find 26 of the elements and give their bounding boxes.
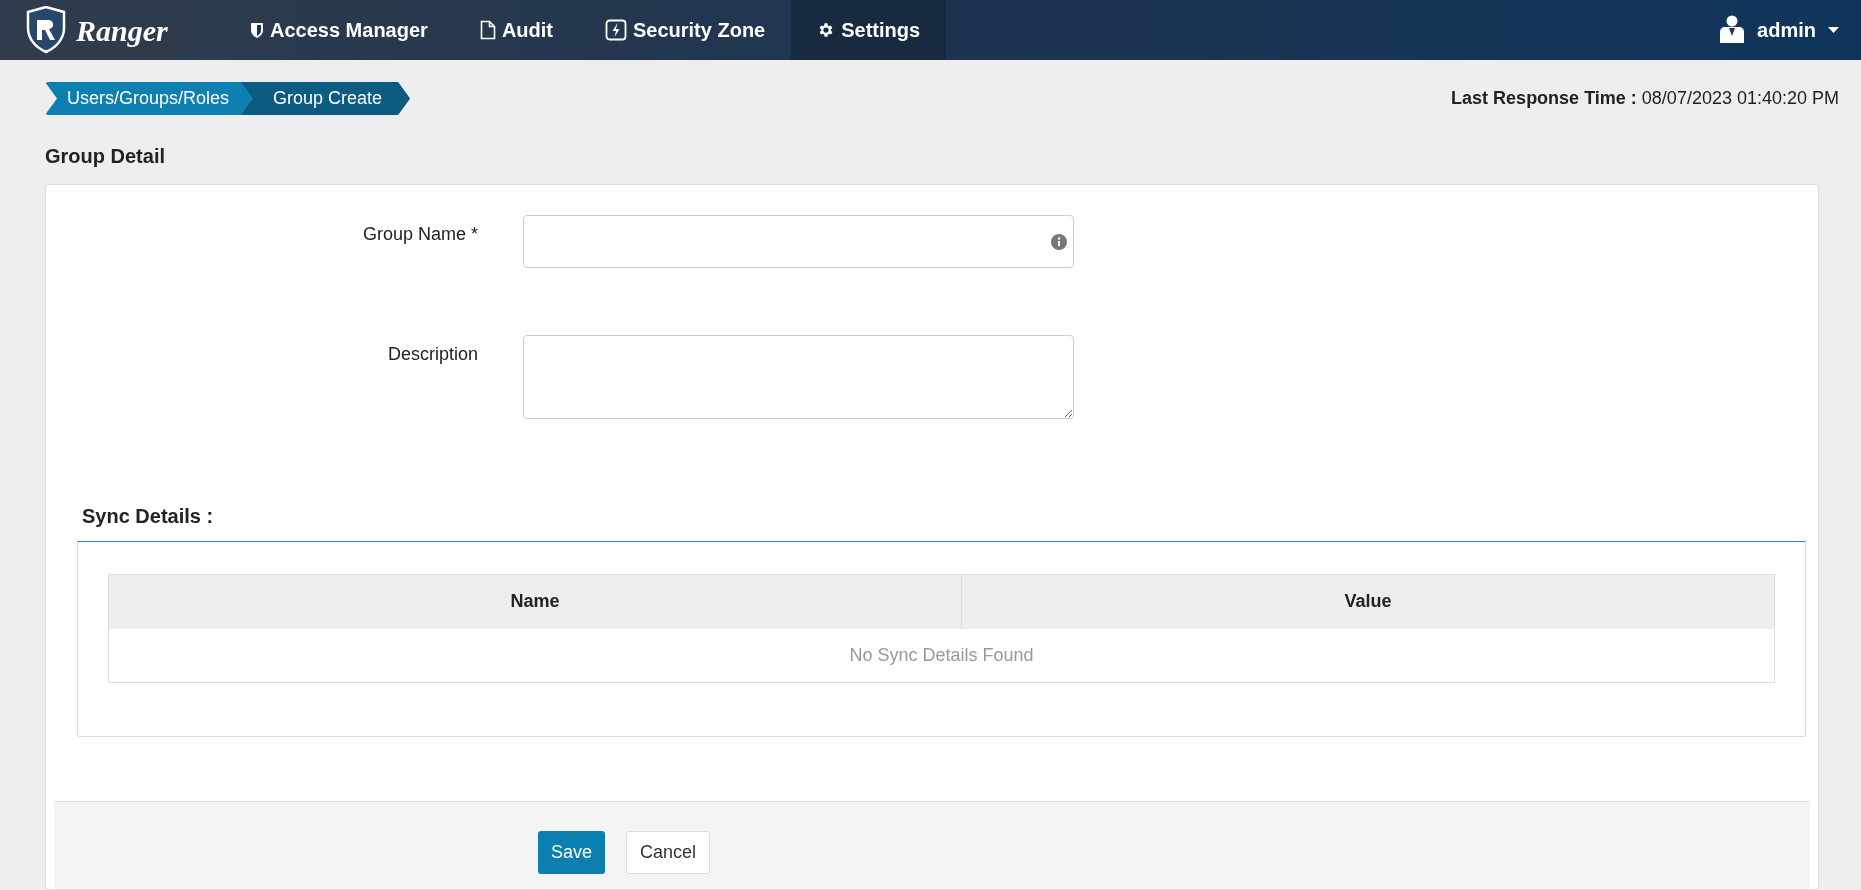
description-field[interactable]	[523, 335, 1074, 419]
empty-message: No Sync Details Found	[108, 628, 1775, 683]
shield-logo-icon	[24, 6, 68, 54]
shield-icon	[250, 21, 264, 39]
document-icon	[479, 20, 496, 40]
nav-tab[interactable]: Audit	[453, 0, 579, 60]
column-header: Value	[961, 574, 1775, 629]
field-label: Description	[386, 343, 478, 366]
save-button[interactable]: Save	[538, 831, 606, 874]
section-title: Sync Details :	[82, 504, 215, 529]
info-icon	[1051, 233, 1067, 250]
group-name-field[interactable]	[523, 215, 1074, 268]
lightning-icon	[604, 19, 627, 41]
page-title: Group Detail	[44, 144, 166, 169]
caret-icon	[1828, 27, 1839, 33]
column-header: Name	[108, 574, 962, 629]
nav-tab[interactable]: Security Zone	[578, 0, 792, 60]
last-response-time: Last Response Time : 08/07/2023 01:40:20 PM	[1451, 87, 1839, 110]
nav-tab[interactable]: Access Manager	[224, 0, 454, 60]
user-icon	[1719, 15, 1746, 45]
cancel-button[interactable]: Cancel	[626, 831, 711, 874]
brand-name: Ranger	[76, 12, 168, 49]
user-menu-button[interactable]: admin	[1757, 15, 1839, 45]
field-label: Group Name *	[361, 223, 478, 246]
breadcrumb-item[interactable]: Group Create	[241, 82, 411, 115]
nav-tab[interactable]: Settings	[791, 0, 947, 60]
